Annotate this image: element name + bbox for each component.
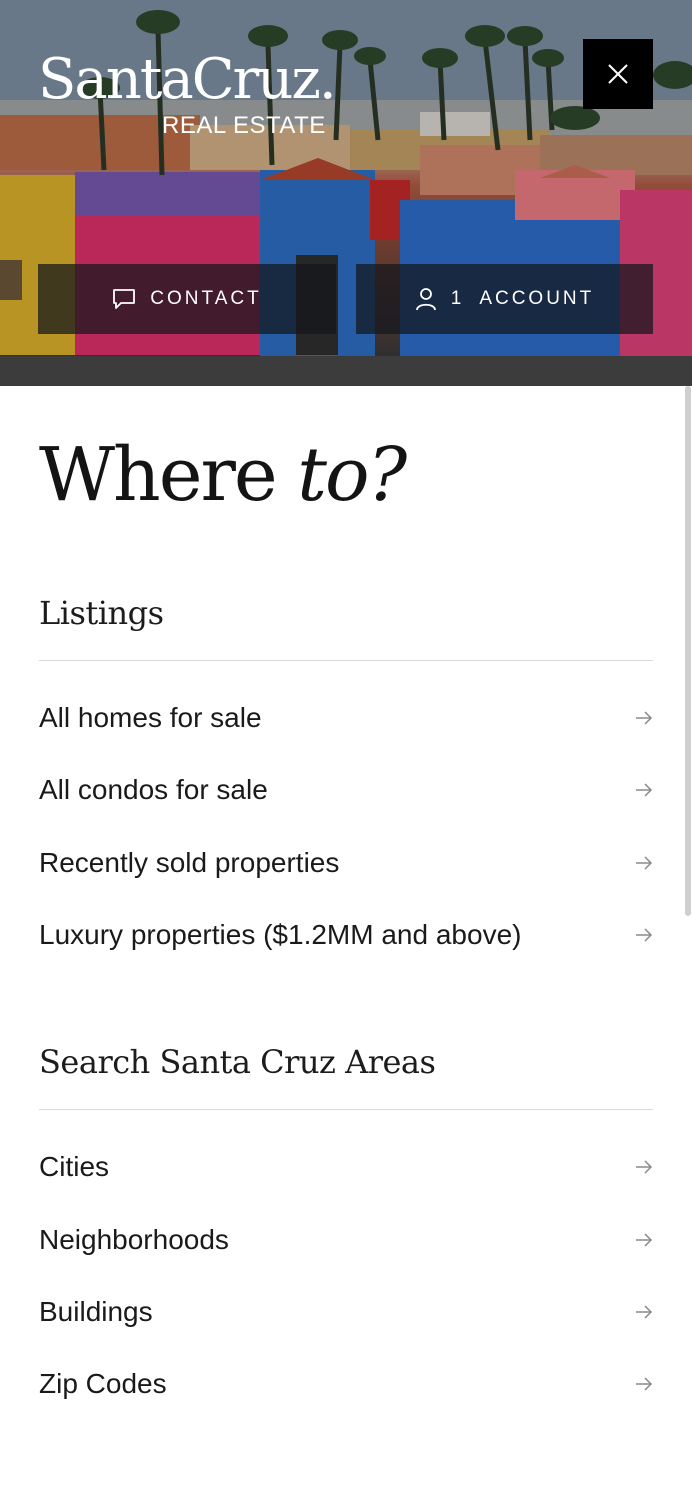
menu-item-luxury[interactable]: Luxury properties ($1.2MM and above) bbox=[39, 907, 653, 963]
menu-item-label: All homes for sale bbox=[39, 702, 262, 733]
account-count: 1 bbox=[450, 288, 462, 309]
site-logo[interactable]: SantaCruz. REAL ESTATE bbox=[38, 47, 337, 140]
close-menu-button[interactable] bbox=[583, 39, 653, 109]
logo-subtitle: REAL ESTATE bbox=[162, 112, 326, 139]
hero-banner: SantaCruz. REAL ESTATE CONTACT 1 ACCOUNT bbox=[0, 0, 692, 386]
menu-item-label: Zip Codes bbox=[39, 1368, 167, 1399]
headline-plain: Where bbox=[39, 432, 278, 518]
section-title-listings: Listings bbox=[39, 594, 653, 661]
account-label: ACCOUNT bbox=[479, 288, 595, 309]
menu-item-all-condos[interactable]: All condos for sale bbox=[39, 762, 653, 818]
menu-item-neighborhoods[interactable]: Neighborhoods bbox=[39, 1212, 653, 1268]
headline-italic: to? bbox=[297, 432, 407, 518]
menu-item-label: Recently sold properties bbox=[39, 847, 340, 878]
account-button[interactable]: 1 ACCOUNT bbox=[356, 264, 653, 334]
close-icon bbox=[608, 64, 628, 84]
contact-button[interactable]: CONTACT bbox=[38, 264, 336, 334]
menu-item-cities[interactable]: Cities bbox=[39, 1139, 653, 1195]
menu-headline: Where to? bbox=[39, 432, 407, 518]
menu-item-zip-codes[interactable]: Zip Codes bbox=[39, 1356, 653, 1412]
section-title-search-areas: Search Santa Cruz Areas bbox=[39, 1043, 653, 1110]
menu-item-label: Neighborhoods bbox=[39, 1224, 229, 1255]
arrow-right-icon bbox=[636, 783, 653, 797]
logo-wordmark: SantaCruz. bbox=[38, 47, 337, 112]
menu-item-label: All condos for sale bbox=[39, 774, 268, 805]
scrollbar[interactable] bbox=[685, 386, 691, 916]
menu-item-label: Luxury properties ($1.2MM and above) bbox=[39, 919, 522, 950]
menu-item-label: Cities bbox=[39, 1151, 110, 1182]
menu-item-all-homes[interactable]: All homes for sale bbox=[39, 690, 653, 746]
arrow-right-icon bbox=[636, 856, 653, 870]
arrow-right-icon bbox=[636, 928, 653, 942]
arrow-right-icon bbox=[636, 1233, 653, 1247]
arrow-right-icon bbox=[636, 1160, 653, 1174]
menu-item-label: Buildings bbox=[39, 1296, 153, 1327]
arrow-right-icon bbox=[636, 1377, 653, 1391]
user-icon bbox=[415, 288, 436, 311]
contact-label: CONTACT bbox=[150, 288, 262, 309]
menu-item-recently-sold[interactable]: Recently sold properties bbox=[39, 835, 653, 891]
menu-item-buildings[interactable]: Buildings bbox=[39, 1284, 653, 1340]
arrow-right-icon bbox=[636, 711, 653, 725]
arrow-right-icon bbox=[636, 1305, 653, 1319]
chat-icon bbox=[113, 289, 136, 309]
